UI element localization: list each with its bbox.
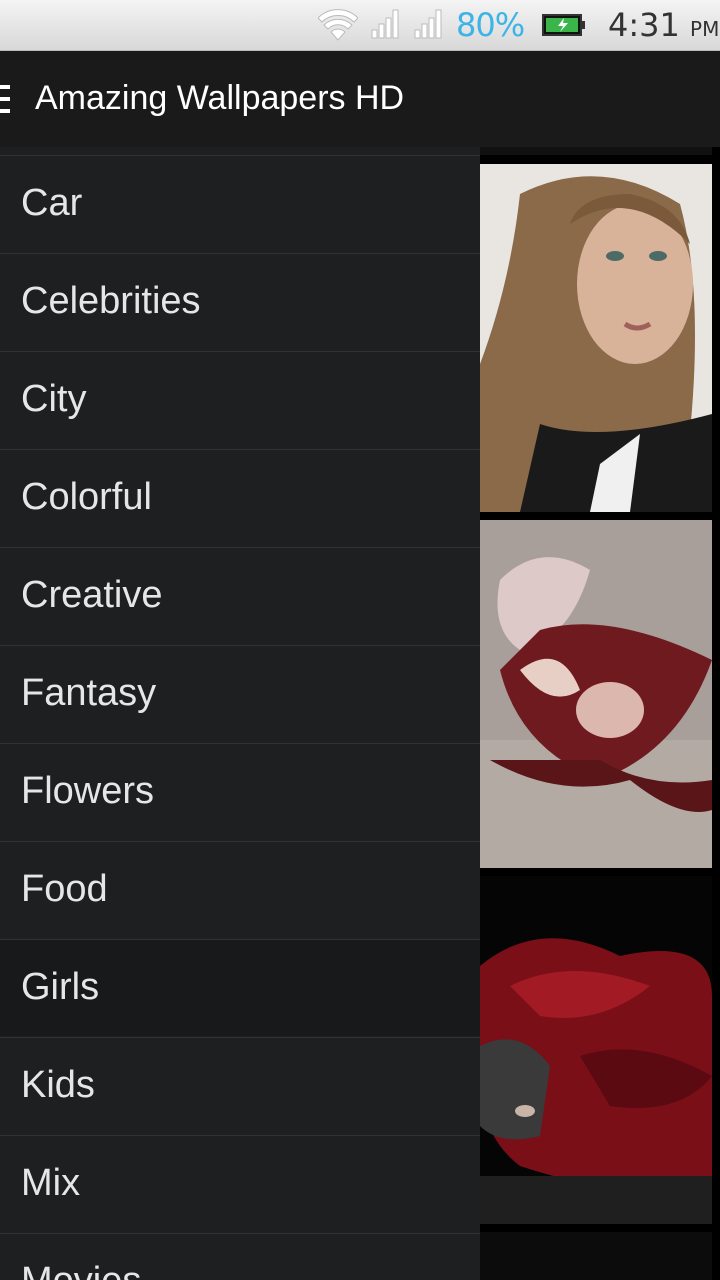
drawer-item-label: Flowers: [21, 770, 155, 812]
drawer-item-label: Fantasy: [21, 672, 157, 714]
battery-percent: 80%: [456, 6, 525, 44]
signal-icon: [371, 9, 399, 39]
drawer-item-fantasy[interactable]: Fantasy: [0, 645, 480, 742]
wallpaper-thumbnail[interactable]: [480, 520, 712, 868]
wallpaper-thumbnail[interactable]: [480, 164, 712, 512]
drawer-item-label: Creative: [21, 574, 163, 616]
wallpaper-thumbnail[interactable]: [480, 1232, 712, 1280]
drawer-item-label: Car: [21, 182, 83, 224]
signal-icon: [414, 9, 442, 39]
drawer-item-flowers[interactable]: Flowers: [0, 743, 480, 840]
drawer-item-celebrities[interactable]: Celebrities: [0, 253, 480, 350]
action-bar: Amazing Wallpapers HD: [0, 51, 720, 147]
status-bar: 80% 4:31 PM: [0, 0, 720, 51]
battery-charging-icon: [542, 14, 585, 36]
drawer-item-kids[interactable]: Kids: [0, 1037, 480, 1134]
app-title[interactable]: Amazing Wallpapers HD: [35, 79, 404, 118]
drawer-item-city[interactable]: City: [0, 351, 480, 448]
wallpaper-thumbnail[interactable]: [480, 876, 712, 1224]
navigation-drawer: Car Celebrities City Colorful Creative F…: [0, 147, 480, 1280]
drawer-item-label: Movies: [21, 1260, 141, 1280]
drawer-item-colorful[interactable]: Colorful: [0, 449, 480, 546]
drawer-item-mix[interactable]: Mix: [0, 1135, 480, 1232]
clock: 4:31 PM: [608, 6, 720, 44]
drawer-item-label: Girls: [21, 966, 100, 1008]
wallpaper-gallery: [480, 147, 720, 1280]
drawer-item-label: Food: [21, 868, 108, 910]
drawer-item-food[interactable]: Food: [0, 841, 480, 938]
drawer-item-girls[interactable]: Girls: [0, 939, 480, 1036]
drawer-item-label: Mix: [21, 1162, 81, 1204]
drawer-item-label: Kids: [21, 1064, 95, 1106]
wallpaper-thumbnail[interactable]: [480, 147, 712, 155]
wifi-icon: [318, 9, 358, 41]
drawer-item-car[interactable]: Car: [0, 155, 480, 252]
drawer-item-label: Celebrities: [21, 280, 201, 322]
drawer-item-label: Colorful: [21, 476, 152, 518]
hamburger-menu-icon[interactable]: [0, 85, 10, 113]
drawer-item-movies[interactable]: Movies: [0, 1233, 480, 1280]
drawer-item-creative[interactable]: Creative: [0, 547, 480, 644]
drawer-item-label: City: [21, 378, 87, 420]
